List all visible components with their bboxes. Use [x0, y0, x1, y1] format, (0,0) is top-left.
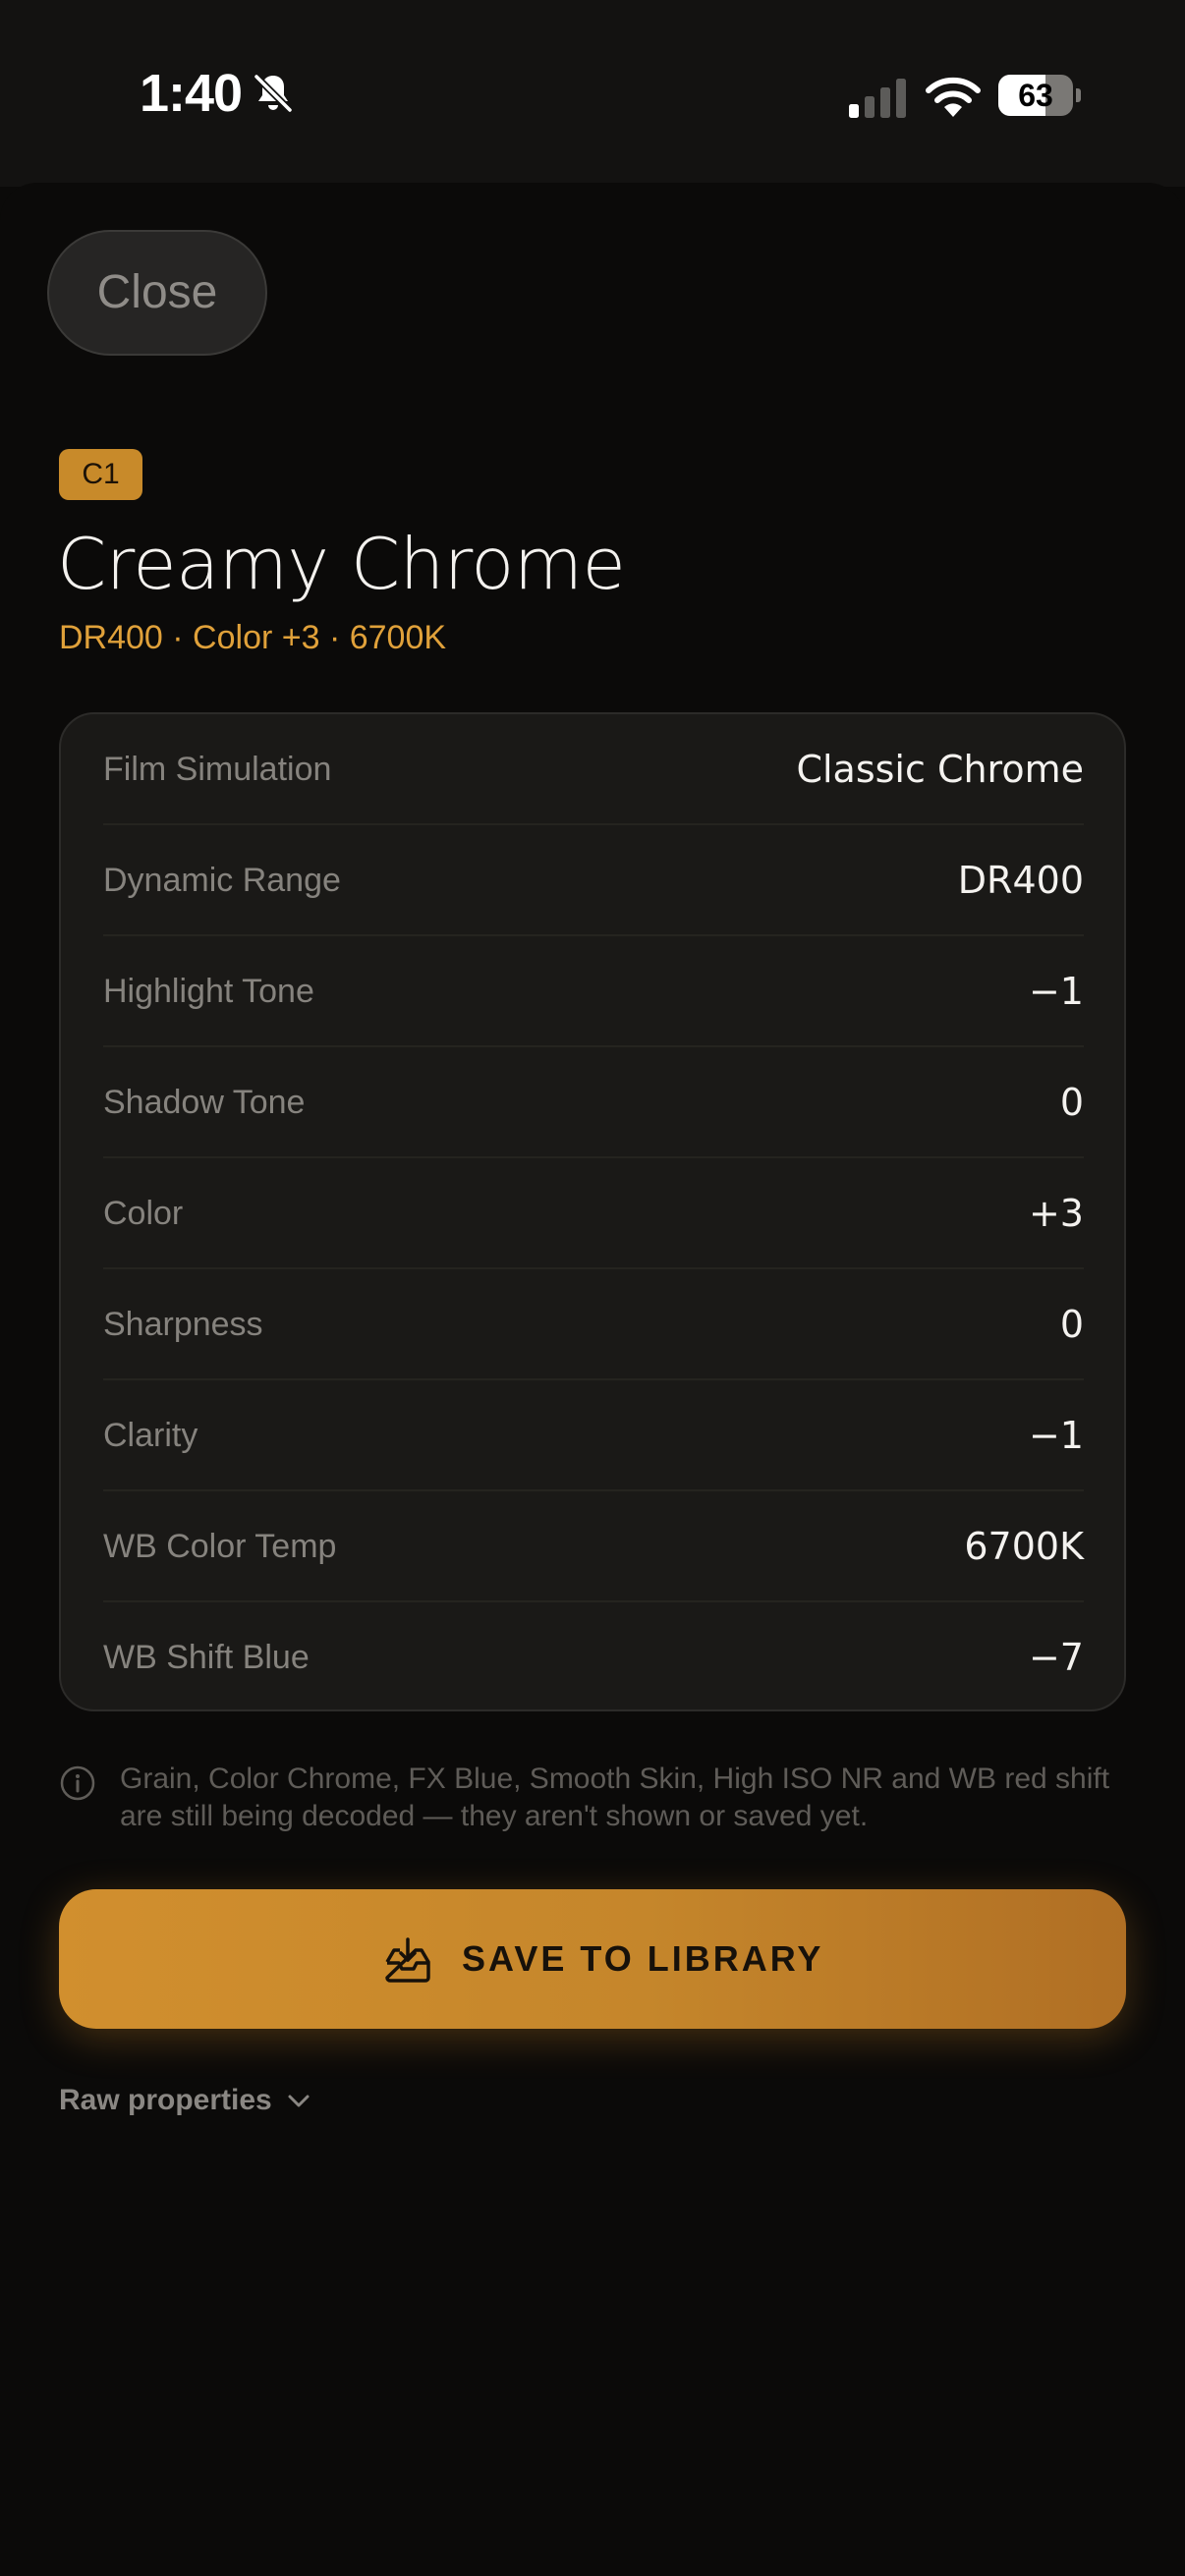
bell-slash-icon: [253, 73, 294, 114]
settings-card: Film Simulation Classic Chrome Dynamic R…: [59, 712, 1126, 1711]
setting-value: 6700K: [964, 1525, 1084, 1568]
setting-label: Film Simulation: [103, 751, 332, 788]
preset-summary: DR400 · Color +3 · 6700K: [59, 619, 447, 656]
setting-row-wb-shift-blue: WB Shift Blue −7: [103, 1602, 1084, 1713]
battery-level: 63: [1018, 78, 1053, 113]
wifi-icon: [926, 77, 981, 117]
setting-row-color: Color +3: [103, 1158, 1084, 1269]
save-to-library-button[interactable]: SAVE TO LIBRARY: [59, 1889, 1126, 2029]
setting-label: WB Shift Blue: [103, 1639, 310, 1676]
status-time: 1:40: [140, 64, 243, 123]
setting-row-sharpness: Sharpness 0: [103, 1269, 1084, 1380]
setting-row-highlight-tone: Highlight Tone −1: [103, 936, 1084, 1047]
setting-row-dynamic-range: Dynamic Range DR400: [103, 825, 1084, 936]
setting-value: +3: [1028, 1192, 1084, 1235]
setting-label: Shadow Tone: [103, 1084, 306, 1121]
setting-label: Color: [103, 1195, 184, 1232]
info-icon: [60, 1765, 95, 1801]
battery-icon: 63: [998, 75, 1081, 116]
raw-properties-label: Raw properties: [59, 2084, 272, 2116]
setting-value: −1: [1028, 970, 1084, 1013]
setting-row-clarity: Clarity −1: [103, 1380, 1084, 1491]
preset-title: Creamy Chrome: [57, 523, 626, 605]
setting-label: Sharpness: [103, 1306, 263, 1343]
setting-row-film-simulation: Film Simulation Classic Chrome: [103, 714, 1084, 825]
close-button[interactable]: Close: [47, 230, 267, 356]
setting-row-wb-color-temp: WB Color Temp 6700K: [103, 1491, 1084, 1602]
battery-cap: [1076, 88, 1081, 102]
chevron-down-icon: [288, 2095, 310, 2107]
setting-label: Clarity: [103, 1417, 198, 1454]
setting-value: −1: [1028, 1414, 1084, 1457]
setting-label: WB Color Temp: [103, 1528, 337, 1565]
battery-body: 63: [998, 75, 1073, 116]
setting-value: Classic Chrome: [796, 748, 1084, 791]
setting-value: 0: [1059, 1081, 1084, 1124]
decoding-notice: Grain, Color Chrome, FX Blue, Smooth Ski…: [120, 1763, 1110, 1832]
tray-download-icon: [385, 1937, 430, 1983]
setting-label: Dynamic Range: [103, 862, 341, 899]
setting-row-shadow-tone: Shadow Tone 0: [103, 1047, 1084, 1158]
setting-value: DR400: [957, 859, 1084, 902]
setting-value: −7: [1028, 1636, 1084, 1679]
setting-value: 0: [1059, 1303, 1084, 1346]
save-button-label: SAVE TO LIBRARY: [462, 1938, 824, 1979]
cellular-signal-icon: [849, 79, 906, 118]
setting-label: Highlight Tone: [103, 973, 314, 1010]
preset-slot-badge: C1: [59, 449, 142, 500]
